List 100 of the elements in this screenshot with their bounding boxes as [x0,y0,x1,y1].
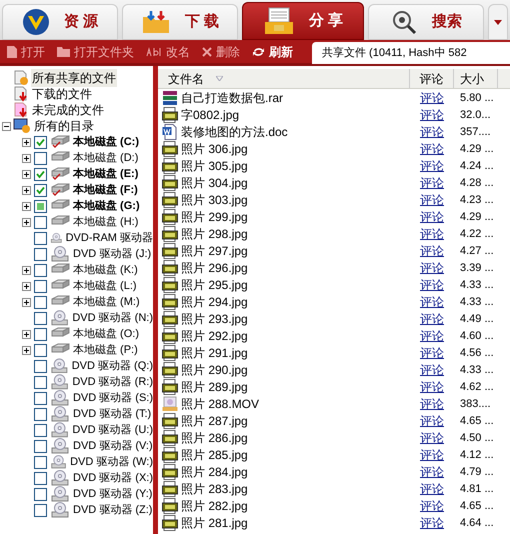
expand-toggle[interactable] [22,282,31,290]
comment-link[interactable]: 评论 [420,106,444,124]
tree-item[interactable]: DVD 驱动器 (V:) [73,438,153,454]
checkbox[interactable] [34,440,47,452]
comment-link[interactable]: 评论 [420,344,444,362]
expand-toggle[interactable] [22,170,31,178]
checkbox[interactable] [34,264,47,276]
tree-item[interactable]: 本地磁盘 (D:) [73,150,138,166]
tree-item[interactable]: DVD 驱动器 (R:) [72,374,153,390]
tab[interactable]: 搜索 [368,4,484,40]
tree-item[interactable]: DVD 驱动器 (T:) [73,406,152,422]
tree-item[interactable]: 所有共享的文件 [31,69,117,87]
comment-link[interactable]: 评论 [420,412,444,430]
expand-toggle[interactable] [22,346,31,354]
tree-item[interactable]: DVD 驱动器 (Y:) [73,486,152,502]
comment-link[interactable]: 评论 [420,292,444,310]
comment-link[interactable]: 评论 [420,514,444,532]
checkbox[interactable] [34,248,47,260]
column-header[interactable]: 评论 [410,69,454,88]
collapse-toggle[interactable] [2,122,11,130]
expand-toggle[interactable] [22,298,31,306]
tree-item[interactable]: 所有的目录 [33,117,95,135]
comment-link[interactable]: 评论 [420,310,444,328]
tree-item[interactable]: DVD 驱动器 (U:) [72,422,153,438]
comment-link[interactable]: 评论 [420,208,444,226]
checkbox[interactable] [34,376,47,388]
tree-item[interactable]: DVD 驱动器 (W:) [70,454,153,470]
tree-item[interactable]: 未完成的文件 [31,101,105,119]
tree-item[interactable]: 本地磁盘 (E:) [73,166,138,182]
checkbox[interactable] [34,184,47,196]
comment-link[interactable]: 评论 [420,224,444,242]
tree-item[interactable]: 本地磁盘 (M:) [73,294,140,310]
tree-item[interactable]: 本地磁盘 (L:) [73,278,137,294]
tree-item[interactable]: 本地磁盘 (K:) [73,262,138,278]
checkbox[interactable] [34,424,47,436]
expand-toggle[interactable] [22,186,31,194]
comment-link[interactable]: 评论 [420,360,444,378]
checkbox[interactable] [34,312,47,324]
tree-item[interactable]: DVD 驱动器 (J:) [73,246,152,262]
comment-link[interactable]: 评论 [420,88,444,106]
tree-item[interactable]: 本地磁盘 (F:) [73,182,138,198]
comment-link[interactable]: 评论 [420,394,444,412]
tree-item[interactable]: 本地磁盘 (C:) [73,134,139,150]
comment-link[interactable]: 评论 [420,122,444,140]
checkbox[interactable] [34,344,47,356]
comment-link[interactable]: 评论 [420,462,444,480]
checkbox[interactable] [34,136,47,148]
column-header[interactable]: 大小 [454,69,498,88]
dropdown-button[interactable] [488,4,508,40]
checkbox[interactable] [34,408,47,420]
checkbox[interactable] [34,200,47,212]
tree-item[interactable]: 本地磁盘 (H:) [73,214,138,230]
comment-link[interactable]: 评论 [420,326,444,344]
comment-link[interactable]: 评论 [420,480,444,498]
size-cell: 4.29 ... [460,211,494,224]
checkbox[interactable] [34,360,47,372]
expand-toggle[interactable] [22,138,31,146]
comment-link[interactable]: 评论 [420,156,444,174]
tree-item[interactable]: DVD 驱动器 (S:) [72,390,153,406]
checkbox[interactable] [34,296,47,308]
expand-toggle[interactable] [22,202,31,210]
tab[interactable]: 资 源 [2,4,118,40]
tree-item[interactable]: DVD 驱动器 (X:) [72,470,153,486]
checkbox[interactable] [34,504,47,516]
tree-item[interactable]: DVD 驱动器 (Q:) [72,358,153,374]
comment-link[interactable]: 评论 [420,190,444,208]
tree-item[interactable]: 下载的文件 [31,85,93,103]
tree-item[interactable]: 本地磁盘 (O:) [73,326,139,342]
comment-link[interactable]: 评论 [420,378,444,396]
tree-item[interactable]: 本地磁盘 (P:) [73,342,138,358]
checkbox[interactable] [34,232,47,244]
checkbox[interactable] [34,472,47,484]
expand-toggle[interactable] [22,330,31,338]
checkbox[interactable] [34,328,47,340]
checkbox[interactable] [34,456,47,468]
checkbox[interactable] [34,488,47,500]
tab[interactable]: 下 载 [122,4,238,40]
checkbox[interactable] [34,168,47,180]
tree-item[interactable]: DVD 驱动器 (Z:) [73,502,152,518]
comment-link[interactable]: 评论 [420,276,444,294]
comment-link[interactable]: 评论 [420,446,444,464]
comment-link[interactable]: 评论 [420,496,444,514]
tree-item[interactable]: DVD 驱动器 (N:) [72,310,153,326]
column-header[interactable]: 文件名 [158,69,410,88]
checkbox[interactable] [34,152,47,164]
comment-link[interactable]: 评论 [420,428,444,446]
expand-toggle[interactable] [22,218,31,226]
tree-item[interactable]: 本地磁盘 (G:) [73,198,140,214]
comment-link[interactable]: 评论 [420,174,444,192]
checkbox[interactable] [34,216,47,228]
comment-link[interactable]: 评论 [420,258,444,276]
comment-link[interactable]: 评论 [420,242,444,260]
tree-item[interactable]: DVD-RAM 驱动器 [66,230,153,246]
checkbox[interactable] [34,392,47,404]
tab[interactable]: 分 享 [242,2,364,40]
toolbar-button[interactable]: 刷新 [249,42,296,60]
checkbox[interactable] [34,280,47,292]
expand-toggle[interactable] [22,266,31,274]
expand-toggle[interactable] [22,154,31,162]
comment-link[interactable]: 评论 [420,140,444,158]
